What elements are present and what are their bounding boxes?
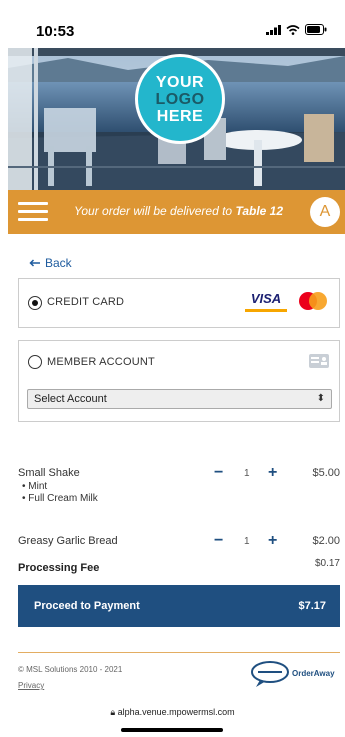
quantity-stepper: − 1 + [214,533,284,549]
processing-fee-row: Processing Fee $0.17 [18,558,340,576]
delivery-prefix: Your order will be delivered to [74,204,233,218]
home-indicator[interactable] [121,728,223,732]
lock-icon: 🔒︎ [110,707,116,717]
venue-hero-image: YOUR LOGO HERE [8,48,345,190]
back-link[interactable]: Back [29,256,72,270]
item-option: • Full Cream Milk [22,493,98,504]
table-label: Table 12 [235,204,284,218]
member-account-label: MEMBER ACCOUNT [47,356,155,368]
item-options: • Mint • Full Cream Milk [18,481,340,505]
item-option: • Mint [22,481,48,492]
account-avatar[interactable]: A [310,197,340,227]
mastercard-logo-icon [299,292,327,310]
status-time: 10:53 [36,23,75,40]
delivery-message: Your order will be delivered to Table 12 [74,204,283,218]
logo-line-3: HERE [156,107,204,125]
order-item: Greasy Garlic Bread − 1 + $2.00 [18,533,340,549]
arrow-left-icon [29,259,40,267]
browser-url-bar[interactable]: 🔒︎ alpha.venue.mpowermsl.com [0,707,345,718]
status-bar: 10:53 [0,0,345,48]
processing-fee-label: Processing Fee [18,562,100,574]
privacy-link[interactable]: Privacy [18,681,44,690]
menu-icon[interactable] [18,202,48,222]
increase-quantity-button[interactable]: + [268,533,277,549]
visa-logo-icon: VISA [245,290,287,312]
quantity-stepper: − 1 + [214,465,284,481]
visa-label: VISA [250,291,282,306]
orderaway-brand: OrderAway [292,669,335,678]
account-select[interactable]: Select Account ⬍ [27,389,332,409]
order-item: Small Shake • Mint • Full Cream Milk − 1… [18,465,340,505]
payment-option-credit-card[interactable]: CREDIT CARD VISA [18,278,340,328]
logo-line-2: LOGO [155,90,205,108]
url-text: alpha.venue.mpowermsl.com [117,707,235,717]
select-updown-icon: ⬍ [316,393,325,404]
item-price: $2.00 [312,535,340,547]
item-quantity: 1 [244,468,250,479]
account-select-value: Select Account [34,393,107,405]
member-account-radio[interactable] [28,355,42,369]
wifi-icon [286,24,300,35]
signal-icon [266,24,281,35]
back-label: Back [45,256,72,270]
item-name: Greasy Garlic Bread [18,535,118,547]
order-bar: Your order will be delivered to Table 12… [8,190,345,234]
credit-card-label: CREDIT CARD [47,296,125,308]
proceed-label: Proceed to Payment [34,600,140,612]
increase-quantity-button[interactable]: + [268,465,277,481]
status-icons [266,24,327,35]
item-name: Small Shake [18,467,80,479]
logo-line-1: YOUR [155,73,205,91]
copyright-text: © MSL Solutions 2010 - 2021 [18,665,123,674]
decrease-quantity-button[interactable]: − [214,533,223,549]
processing-fee-value: $0.17 [314,558,340,569]
credit-card-radio[interactable] [28,296,42,310]
proceed-to-payment-button[interactable]: Proceed to Payment $7.17 [18,585,340,627]
battery-icon [305,24,327,35]
item-quantity: 1 [244,536,250,547]
footer-divider [18,652,340,653]
decrease-quantity-button[interactable]: − [214,465,223,481]
order-total: $7.17 [298,600,326,612]
venue-logo: YOUR LOGO HERE [135,54,225,144]
member-card-icon [309,354,329,368]
payment-option-member-account[interactable]: MEMBER ACCOUNT Select Account ⬍ [18,340,340,422]
item-price: $5.00 [312,467,340,479]
